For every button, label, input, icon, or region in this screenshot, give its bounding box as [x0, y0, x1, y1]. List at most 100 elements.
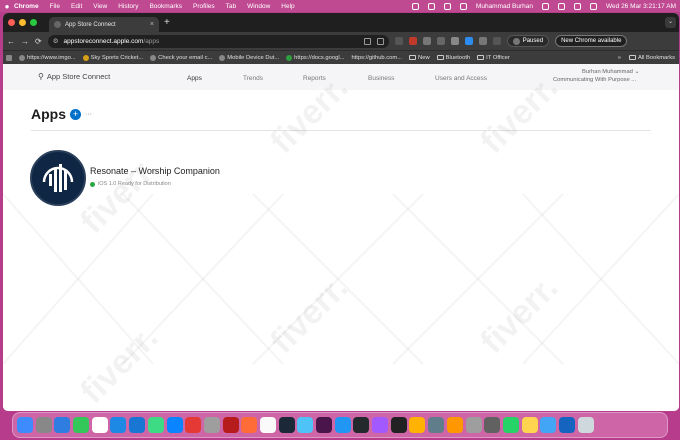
tab-search-button[interactable]: ⌄	[665, 17, 676, 28]
messages-icon[interactable]	[73, 417, 90, 433]
bookmark-label: https://github.com...	[351, 54, 403, 61]
menu-profiles[interactable]: Profiles	[193, 3, 215, 10]
android-studio-icon[interactable]	[147, 417, 164, 433]
close-tab-icon[interactable]: ×	[150, 21, 154, 28]
extension-icon[interactable]	[422, 37, 431, 45]
menu-file[interactable]: File	[50, 3, 60, 10]
quicktime-icon[interactable]	[428, 417, 445, 433]
filezilla-icon[interactable]	[222, 417, 239, 433]
site-info-icon[interactable]: ⚙	[53, 37, 59, 45]
vscode-icon[interactable]	[110, 417, 127, 433]
reload-button[interactable]: ⟳	[35, 37, 42, 46]
trash-icon[interactable]	[577, 417, 594, 433]
slack-icon[interactable]	[316, 417, 332, 433]
url-host: appstoreconnect.apple.com	[63, 37, 144, 45]
notes-icon[interactable]	[521, 417, 538, 433]
menu-edit[interactable]: Edit	[71, 3, 82, 10]
extension-icon[interactable]	[478, 37, 487, 45]
profile-paused-button[interactable]: Paused	[506, 35, 550, 47]
menubar-user-name[interactable]: Muhammad Burhan	[476, 3, 533, 10]
menu-history[interactable]: History	[118, 3, 138, 10]
bookmark-label: Mobile Device Dut...	[227, 54, 280, 61]
extension-icon[interactable]	[436, 37, 445, 45]
tableplus-icon[interactable]	[409, 417, 426, 433]
status-item-icon[interactable]	[411, 2, 419, 10]
address-bar[interactable]: ⚙ appstoreconnect.apple.com/apps	[47, 34, 389, 48]
downloads-icon[interactable]	[558, 417, 575, 433]
postman-icon[interactable]	[241, 417, 258, 433]
battery-icon[interactable]	[542, 2, 550, 10]
bookmark-star-icon[interactable]	[376, 37, 384, 45]
back-button[interactable]: ←	[7, 37, 15, 46]
bookmarks-bar: https://www.imgo... Sky Sports Cricket..…	[3, 50, 679, 64]
bookmark-folder[interactable]: IT Officer	[477, 55, 510, 61]
menubar-clock[interactable]: Wed 26 Mar 3:21:17 AM	[606, 3, 676, 10]
favicon-icon	[19, 54, 25, 61]
url-path: /apps	[143, 37, 160, 45]
whatsapp-icon[interactable]	[502, 417, 519, 433]
apple-menu-icon[interactable]: ●	[0, 2, 14, 11]
app-store-icon[interactable]	[166, 417, 183, 433]
chrome-icon[interactable]	[185, 417, 202, 433]
bookmark-item[interactable]: https://docs.googl...	[286, 54, 344, 61]
zoom-window-button[interactable]	[30, 19, 37, 26]
bookmark-folder[interactable]: Bluetooth	[436, 55, 470, 61]
box-icon[interactable]	[203, 417, 220, 433]
bookmark-item[interactable]: Sky Sports Cricket...	[82, 54, 143, 61]
folder-icon[interactable]	[540, 417, 557, 433]
apps-grid-icon[interactable]	[6, 54, 12, 61]
status-item-icon[interactable]	[459, 2, 467, 10]
figma-icon[interactable]	[372, 417, 389, 433]
keynote-icon[interactable]	[446, 417, 463, 433]
close-window-button[interactable]	[8, 19, 15, 26]
menu-view[interactable]: View	[93, 3, 107, 10]
bookmark-folder[interactable]: New	[409, 55, 430, 61]
forward-button[interactable]: →	[21, 37, 29, 46]
wifi-icon[interactable]	[558, 2, 566, 10]
web-page: ⚲ App Store Connect Apps Trends Reports …	[3, 64, 679, 411]
menu-bookmarks[interactable]: Bookmarks	[149, 3, 182, 10]
all-bookmarks-button[interactable]: All Bookmarks	[628, 55, 675, 61]
extension-icon[interactable]	[464, 37, 473, 45]
sourcetree-icon[interactable]	[334, 417, 351, 433]
control-center-icon[interactable]	[590, 2, 598, 10]
folder-icon	[436, 55, 444, 60]
calculator-icon[interactable]	[484, 417, 501, 433]
status-item-icon[interactable]	[427, 2, 435, 10]
minimize-window-button[interactable]	[19, 19, 26, 26]
finder-icon[interactable]	[17, 417, 33, 433]
bookmark-item[interactable]: https://www.imgo...	[19, 54, 76, 61]
folder-icon	[409, 55, 417, 60]
extension-icon[interactable]	[394, 37, 403, 45]
favicon-icon	[219, 54, 226, 61]
menu-tab[interactable]: Tab	[226, 3, 236, 10]
extension-icon[interactable]	[450, 37, 459, 45]
bookmark-item[interactable]: Mobile Device Dut...	[219, 54, 280, 61]
bookmark-item[interactable]: https://github.com...	[351, 55, 402, 61]
apple-favicon-icon	[54, 21, 61, 28]
install-app-icon[interactable]	[363, 37, 371, 45]
extension-icon[interactable]	[408, 37, 417, 45]
menu-help[interactable]: Help	[281, 3, 294, 10]
bookmark-item[interactable]: Check your email c...	[150, 54, 212, 61]
xcode-icon[interactable]	[129, 417, 146, 433]
search-icon[interactable]	[574, 2, 582, 10]
notion-icon[interactable]	[259, 417, 276, 433]
mail-icon[interactable]	[54, 417, 71, 433]
settings-icon[interactable]	[465, 417, 482, 433]
chrome-window: App Store Connect × + ⌄ ← → ⟳ ⚙ appstore…	[3, 13, 679, 411]
extensions-puzzle-icon[interactable]	[492, 37, 501, 45]
steam-icon[interactable]	[278, 417, 295, 433]
testflight-icon[interactable]	[297, 417, 314, 433]
terminal-icon[interactable]	[390, 417, 407, 433]
github-icon[interactable]	[353, 417, 370, 433]
calendar-icon[interactable]	[91, 417, 108, 433]
update-chrome-button[interactable]: New Chrome available	[555, 35, 628, 47]
launchpad-icon[interactable]	[35, 417, 52, 433]
menu-window[interactable]: Window	[247, 3, 270, 10]
new-tab-button[interactable]: +	[164, 17, 170, 28]
bookmarks-overflow-button[interactable]: »	[618, 55, 621, 61]
tab-app-store-connect[interactable]: App Store Connect ×	[49, 17, 159, 32]
status-item-icon[interactable]	[443, 2, 451, 10]
menu-app-name[interactable]: Chrome	[14, 3, 39, 10]
